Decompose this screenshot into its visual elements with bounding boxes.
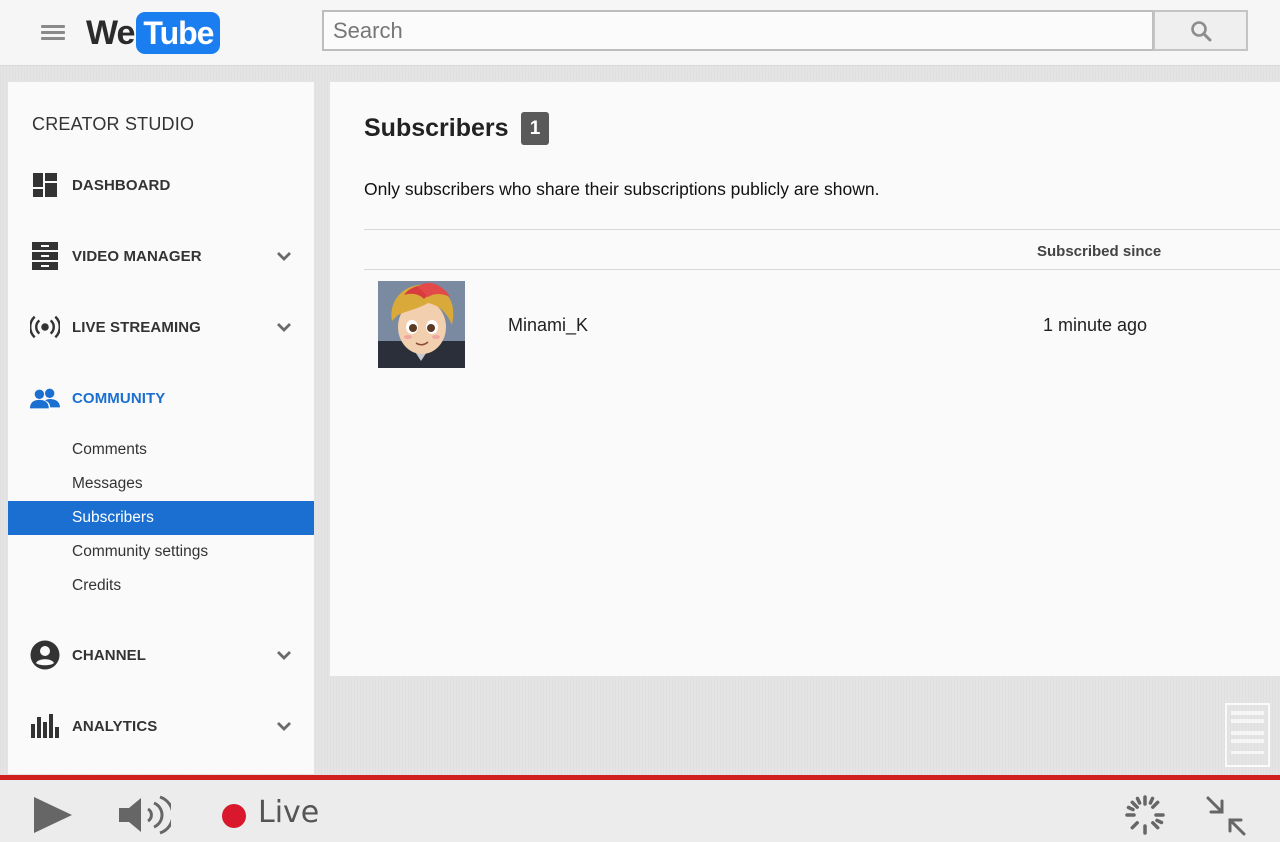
sidebar-item-dashboard[interactable]: DASHBOARD: [8, 165, 314, 205]
live-indicator-dot: [222, 804, 246, 828]
sidebar-item-analytics[interactable]: ANALYTICS: [8, 706, 314, 746]
exit-fullscreen-icon[interactable]: [1204, 794, 1248, 838]
live-label: Live: [258, 795, 320, 830]
table-row: Minami_K 1 minute ago: [364, 270, 1280, 380]
sidebar-item-label: COMMUNITY: [72, 389, 166, 407]
sidebar-item-live-streaming[interactable]: LIVE STREAMING: [8, 307, 314, 347]
submenu-item-credits[interactable]: Credits: [8, 569, 314, 603]
sidebar-item-label: LIVE STREAMING: [72, 318, 201, 336]
chevron-down-icon[interactable]: [274, 246, 294, 266]
subscribed-since-value: 1 minute ago: [1043, 315, 1148, 335]
dashboard-icon: [30, 170, 60, 200]
submenu-item-community-settings[interactable]: Community settings: [8, 535, 314, 569]
subscriber-count-badge: 1: [521, 112, 549, 145]
sidebar-item-label: DASHBOARD: [72, 176, 171, 194]
submenu-item-label: Community settings: [72, 543, 209, 560]
top-header: We Tube Search: [0, 0, 1280, 66]
search-button[interactable]: [1153, 10, 1248, 51]
player-control-bar: Live: [0, 775, 1280, 842]
analytics-icon: [30, 711, 60, 741]
submenu-item-label: Messages: [72, 475, 143, 492]
subscribers-panel: Subscribers 1 Only subscribers who share…: [330, 82, 1280, 676]
column-header-subscribed-since[interactable]: Subscribed since: [1037, 243, 1161, 260]
play-icon[interactable]: [30, 795, 76, 835]
subscriber-name[interactable]: Minami_K: [508, 315, 588, 336]
wetube-logo[interactable]: We Tube: [86, 12, 221, 54]
submenu-item-comments[interactable]: Comments: [8, 433, 314, 467]
submenu-item-subscribers[interactable]: Subscribers: [8, 501, 314, 535]
search-input[interactable]: Search: [322, 10, 1154, 51]
hamburger-menu-icon[interactable]: [41, 24, 65, 42]
sidebar-item-label: VIDEO MANAGER: [72, 247, 202, 265]
sidebar-item-community[interactable]: COMMUNITY: [8, 378, 314, 418]
logo-tube-text: Tube: [136, 12, 221, 54]
logo-we-text: We: [86, 13, 135, 52]
sidebar-item-label: ANALYTICS: [72, 717, 158, 735]
channel-icon: [30, 640, 60, 670]
chevron-down-icon[interactable]: [274, 317, 294, 337]
submenu-item-label: Comments: [72, 441, 147, 458]
submenu-item-label: Credits: [72, 577, 122, 594]
chevron-down-icon[interactable]: [274, 716, 294, 736]
sidebar: CREATOR STUDIO DASHBOARD VIDEO MANAGER L…: [8, 82, 314, 774]
live-streaming-icon: [30, 312, 60, 342]
volume-icon[interactable]: [117, 794, 171, 836]
sidebar-item-video-manager[interactable]: VIDEO MANAGER: [8, 236, 314, 276]
visibility-notice: Only subscribers who share their subscri…: [364, 179, 880, 199]
sidebar-item-channel[interactable]: CHANNEL: [8, 635, 314, 675]
creator-studio-title: CREATOR STUDIO: [32, 114, 195, 134]
page-title: Subscribers: [364, 114, 509, 142]
video-manager-icon: [30, 241, 60, 271]
watermark-stamp: [1225, 703, 1270, 767]
avatar[interactable]: [378, 281, 465, 368]
sidebar-item-label: CHANNEL: [72, 646, 147, 664]
community-icon: [30, 383, 60, 413]
chevron-down-icon[interactable]: [274, 645, 294, 665]
submenu-item-label: Subscribers: [72, 509, 154, 526]
submenu-item-messages[interactable]: Messages: [8, 467, 314, 501]
loading-spinner-icon: [1125, 795, 1165, 835]
divider: [364, 229, 1280, 230]
search-icon: [1190, 20, 1211, 41]
